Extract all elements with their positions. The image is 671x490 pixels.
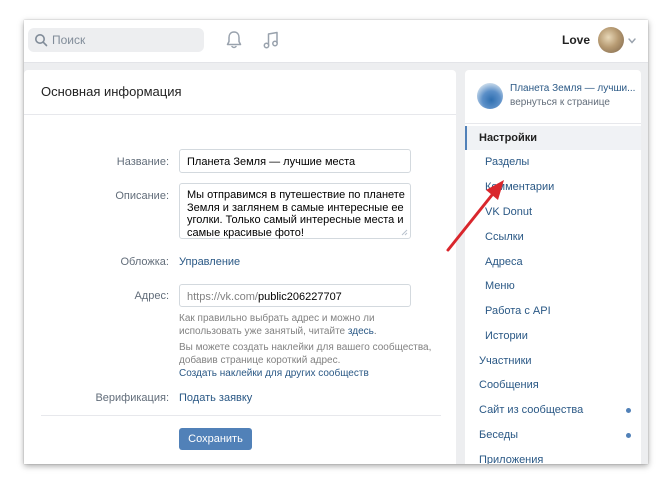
annotation-arrow [446,180,504,252]
stickers-hint-text: Вы можете создать наклейки для вашего со… [179,342,432,366]
verification-label: Верификация: [95,392,169,404]
sidebar-item-members[interactable]: Участники [479,355,532,367]
divider [41,415,441,416]
address-field[interactable]: https://vk.com/ public206227707 [179,284,411,307]
sidebar-item-menu[interactable]: Меню [485,280,515,292]
verification-apply-link[interactable]: Подать заявку [179,392,252,404]
search-input[interactable]: Поиск [28,28,204,52]
divider [24,114,456,115]
new-indicator-dot [626,408,631,413]
search-icon [35,34,48,47]
settings-sidebar: Планета Земля — лучши... вернуться к стр… [465,70,641,464]
description-field[interactable]: Мы отправимся в путешествие по планете З… [179,183,411,239]
sidebar-item-api[interactable]: Работа с API [485,305,551,317]
stickers-hint: Вы можете создать наклейки для вашего со… [179,341,439,367]
name-label: Название: [116,156,169,168]
user-name[interactable]: Love [562,33,590,47]
sidebar-item-chats[interactable]: Беседы [479,429,518,441]
browser-frame: Поиск Love Основная информация Название:… [24,20,648,464]
search-placeholder: Поиск [52,33,86,47]
top-navigation-bar: Поиск Love [24,20,648,63]
sidebar-item-sections[interactable]: Разделы [485,156,529,168]
sidebar-item-messages[interactable]: Сообщения [479,379,539,391]
address-hint-text: Как правильно выбрать адрес и можно ли и… [179,313,375,337]
address-label: Адрес: [134,290,169,302]
music-icon[interactable] [262,30,280,50]
sidebar-item-settings[interactable]: Настройки [479,132,537,144]
new-indicator-dot [626,433,631,438]
create-stickers-link[interactable]: Создать наклейки для других сообществ [179,368,369,379]
bell-icon[interactable] [225,30,243,50]
name-field-value: Планета Земля — лучшие места [187,156,356,168]
sidebar-item-stories[interactable]: Истории [485,330,528,342]
address-hint: Как правильно выбрать адрес и можно ли и… [179,312,439,338]
description-label: Описание: [115,190,169,202]
divider [465,123,641,124]
save-button[interactable]: Сохранить [179,428,252,450]
community-name-link[interactable]: Планета Земля — лучши... [510,83,635,94]
address-hint-end: . [373,326,377,337]
cover-label: Обложка: [120,256,170,268]
stickers-link-row: Создать наклейки для других сообществ [179,367,439,380]
cover-manage-link[interactable]: Управление [179,256,240,268]
address-help-link[interactable]: здесь [348,326,374,337]
community-avatar[interactable] [477,83,503,109]
address-prefix: https://vk.com/ [187,291,258,303]
name-field[interactable]: Планета Земля — лучшие места [179,149,411,173]
chevron-down-icon[interactable] [628,38,636,44]
sidebar-item-apps[interactable]: Приложения [479,454,543,464]
avatar[interactable] [598,27,624,53]
address-value: public206227707 [258,291,342,303]
resize-handle-icon[interactable] [401,229,408,236]
back-to-page-link[interactable]: вернуться к странице [510,97,610,108]
basic-info-panel: Основная информация Название: Планета Зе… [24,70,456,464]
description-field-value: Мы отправимся в путешествие по планете З… [187,189,405,239]
sidebar-item-community-site[interactable]: Сайт из сообщества [479,404,583,416]
panel-title: Основная информация [41,84,182,99]
